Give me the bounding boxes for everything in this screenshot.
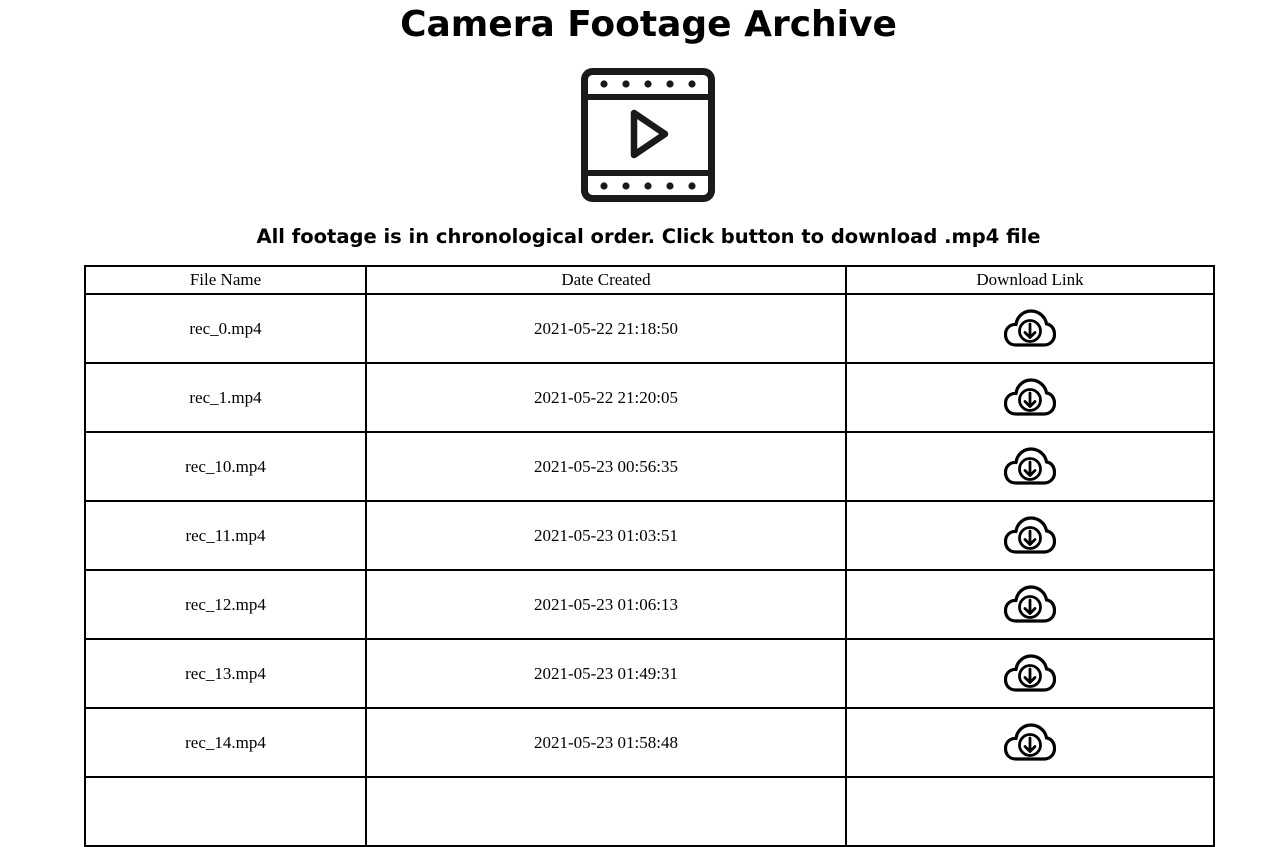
download-link-cell bbox=[845, 776, 1215, 847]
cloud-download-icon[interactable] bbox=[1004, 584, 1056, 625]
date-created-cell: 2021-05-22 21:18:50 bbox=[365, 293, 847, 364]
cloud-download-icon[interactable] bbox=[1004, 515, 1056, 556]
cloud-download-icon[interactable] bbox=[1004, 653, 1056, 694]
date-created-cell: 2021-05-23 01:58:48 bbox=[365, 707, 847, 778]
download-link-cell bbox=[845, 431, 1215, 502]
footage-table: File Name Date Created Download Link rec… bbox=[84, 265, 1215, 847]
date-created-cell bbox=[365, 776, 847, 847]
column-header-download-link: Download Link bbox=[845, 265, 1215, 295]
file-name-cell: rec_10.mp4 bbox=[84, 431, 367, 502]
table-row: rec_10.mp4 2021-05-23 00:56:35 bbox=[84, 431, 1215, 502]
cloud-download-icon[interactable] bbox=[1004, 308, 1056, 349]
table-row: rec_0.mp4 2021-05-22 21:18:50 bbox=[84, 293, 1215, 364]
download-link-cell bbox=[845, 293, 1215, 364]
date-created-cell: 2021-05-22 21:20:05 bbox=[365, 362, 847, 433]
file-name-cell: rec_11.mp4 bbox=[84, 500, 367, 571]
download-link-cell bbox=[845, 569, 1215, 640]
column-header-date-created: Date Created bbox=[365, 265, 847, 295]
date-created-cell: 2021-05-23 01:49:31 bbox=[365, 638, 847, 709]
file-name-cell bbox=[84, 776, 367, 847]
file-name-cell: rec_12.mp4 bbox=[84, 569, 367, 640]
video-film-icon bbox=[581, 68, 715, 202]
table-row: rec_14.mp4 2021-05-23 01:58:48 bbox=[84, 707, 1215, 778]
cloud-download-icon[interactable] bbox=[1004, 377, 1056, 418]
page-title: Camera Footage Archive bbox=[400, 4, 897, 45]
date-created-cell: 2021-05-23 01:06:13 bbox=[365, 569, 847, 640]
file-name-cell: rec_13.mp4 bbox=[84, 638, 367, 709]
cloud-download-icon[interactable] bbox=[1004, 722, 1056, 763]
cloud-download-icon[interactable] bbox=[1004, 446, 1056, 487]
download-link-cell bbox=[845, 707, 1215, 778]
file-name-cell: rec_1.mp4 bbox=[84, 362, 367, 433]
table-row: rec_1.mp4 2021-05-22 21:20:05 bbox=[84, 362, 1215, 433]
date-created-cell: 2021-05-23 00:56:35 bbox=[365, 431, 847, 502]
download-link-cell bbox=[845, 500, 1215, 571]
table-row: rec_11.mp4 2021-05-23 01:03:51 bbox=[84, 500, 1215, 571]
table-header-row: File Name Date Created Download Link bbox=[84, 265, 1215, 295]
file-name-cell: rec_14.mp4 bbox=[84, 707, 367, 778]
date-created-cell: 2021-05-23 01:03:51 bbox=[365, 500, 847, 571]
column-header-file-name: File Name bbox=[84, 265, 367, 295]
file-name-cell: rec_0.mp4 bbox=[84, 293, 367, 364]
table-row: rec_12.mp4 2021-05-23 01:06:13 bbox=[84, 569, 1215, 640]
download-link-cell bbox=[845, 638, 1215, 709]
table-row bbox=[84, 776, 1215, 847]
instructions-text: All footage is in chronological order. C… bbox=[256, 225, 1041, 248]
download-link-cell bbox=[845, 362, 1215, 433]
table-row: rec_13.mp4 2021-05-23 01:49:31 bbox=[84, 638, 1215, 709]
